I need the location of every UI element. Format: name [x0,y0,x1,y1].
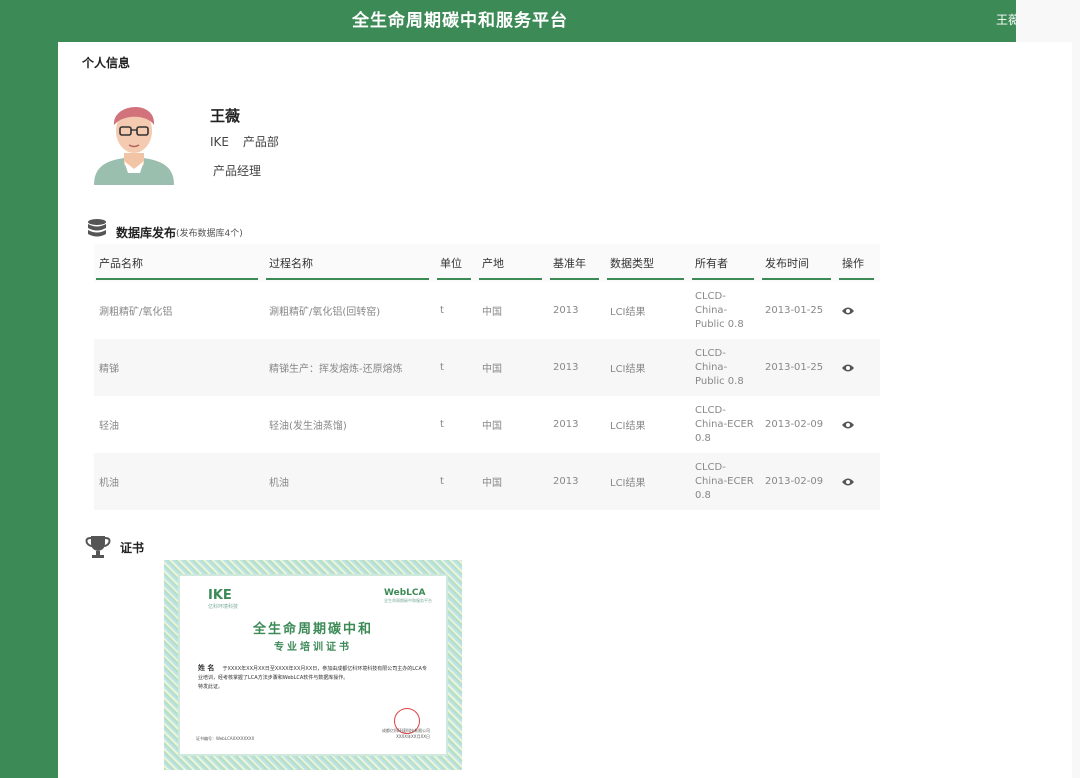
app-title: 全生命周期碳中和服务平台 [352,11,568,31]
certificate-section-title: 证书 [120,541,145,555]
cell-owner: CLCD-China-ECER 0.8 [690,453,760,510]
eye-icon[interactable] [842,306,854,316]
cell-type: LCI结果 [605,339,690,396]
cell-year: 2013 [548,339,605,396]
profile-department: 产品部 [242,135,279,149]
certificate-logo-left: IKE 亿科环境科技 [208,588,239,610]
profile-org: IKE 产品部 [210,133,289,150]
eye-icon[interactable] [842,477,854,487]
cell-unit: t [435,339,477,396]
certificate-subheading: 专业培训证书 [274,642,352,653]
database-section-title: 数据库发布 [116,226,177,240]
table-header: 产品名称 过程名称 单位 产地 基准年 数据类型 所有者 发布时间 操作 [94,244,880,282]
profile-company: IKE [210,135,229,149]
col-publish-date[interactable]: 发布时间 [760,244,837,282]
eye-icon[interactable] [842,420,854,430]
table-row[interactable]: 机油 机油 t 中国 2013 LCI结果 CLCD-China-ECER 0.… [94,453,880,510]
cell-owner: CLCD-China-Public 0.8 [695,290,744,330]
cell-date: 2013-02-09 [765,419,824,430]
trophy-icon [85,536,111,558]
database-table: 产品名称 过程名称 单位 产地 基准年 数据类型 所有者 发布时间 操作 涮粗精… [94,244,880,510]
cell-action [837,339,880,396]
col-data-type[interactable]: 数据类型 [605,244,690,282]
cell-product: 机油 [94,453,264,510]
cell-unit: t [440,305,444,316]
database-icon [88,219,106,237]
col-unit[interactable]: 单位 [435,244,477,282]
cell-process: 涮粗精矿/氧化铝(回转窑) [269,307,381,318]
cell-process: 轻油(发生油蒸馏) [269,421,347,432]
cell-type: LCI结果 [610,421,646,432]
table-row[interactable]: 轻油 轻油(发生油蒸馏) t 中国 2013 LCI结果 CLCD-China-… [94,396,880,453]
col-origin[interactable]: 产地 [477,244,548,282]
cell-type: LCI结果 [605,453,690,510]
cell-unit: t [440,419,444,430]
cell-action [837,453,880,510]
col-base-year[interactable]: 基准年 [548,244,605,282]
cell-year: 2013 [553,419,579,430]
cell-origin: 中国 [477,339,548,396]
certificate-image[interactable]: IKE 亿科环境科技 WebLCA 全生命周期碳中和服务平台 全生命周期碳中和 … [164,560,462,770]
cell-date: 2013-02-09 [760,453,837,510]
col-actions: 操作 [837,244,880,282]
cell-owner: CLCD-China-Public 0.8 [690,339,760,396]
avatar [94,106,174,185]
database-count: (发布数据库4个) [176,229,243,239]
certificate-number: 证书编号：WebLCAXXXXXXXX [196,736,255,741]
profile-role: 产品经理 [213,164,262,178]
cell-year: 2013 [553,305,579,316]
col-owner[interactable]: 所有者 [690,244,760,282]
profile-name: 王薇 [210,107,241,125]
cell-product: 轻油 [99,421,119,432]
cell-process: 机油 [264,453,435,510]
cell-date: 2013-01-25 [765,305,824,316]
cell-date: 2013-01-25 [760,339,837,396]
cell-year: 2013 [548,453,605,510]
cell-owner: CLCD-China-ECER 0.8 [695,404,754,444]
profile-section-title: 个人信息 [82,56,131,70]
eye-icon[interactable] [842,363,854,373]
cell-action [837,396,880,453]
cell-origin: 中国 [477,453,548,510]
cell-product: 精锑 [94,339,264,396]
certificate-issuer: 成都亿科环境科技有限公司 XXXX年XX月XX日 [382,728,430,739]
col-process-name[interactable]: 过程名称 [264,244,435,282]
cell-product: 涮粗精矿/氧化铝 [99,307,173,318]
certificate-logo-right: WebLCA 全生命周期碳中和服务平台 [384,588,432,603]
cell-origin: 中国 [482,307,502,318]
certificate-body: 姓 名于XXXX年XX月XX日至XXXX年XX月XX日，参加由成都亿科环境科技有… [198,664,427,690]
cell-action [837,282,880,339]
table-row[interactable]: 精锑 精锑生产：挥发熔炼-还原熔炼 t 中国 2013 LCI结果 CLCD-C… [94,339,880,396]
col-product-name[interactable]: 产品名称 [94,244,264,282]
cell-unit: t [435,453,477,510]
cell-origin: 中国 [482,421,502,432]
certificate-heading: 全生命周期碳中和 [252,622,373,637]
cell-process: 精锑生产：挥发熔炼-还原熔炼 [264,339,435,396]
top-bar: 全生命周期碳中和服务平台 王薇 [0,0,1080,42]
table-row[interactable]: 涮粗精矿/氧化铝 涮粗精矿/氧化铝(回转窑) t 中国 2013 LCI结果 C… [94,282,880,339]
cell-type: LCI结果 [610,307,646,318]
